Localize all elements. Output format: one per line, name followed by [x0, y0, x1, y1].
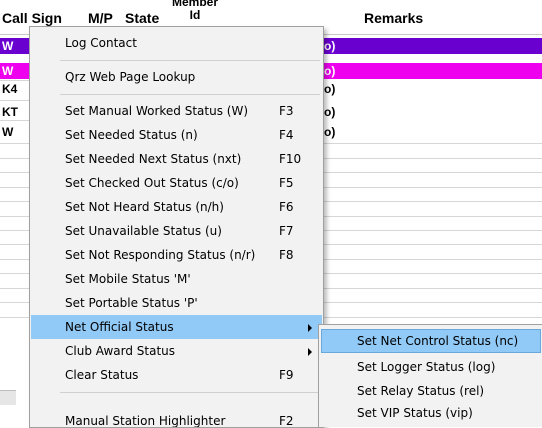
- menu-item-clear-status[interactable]: Clear Status F9: [31, 363, 322, 387]
- menu-item-label: Set Unavailable Status (u): [65, 224, 222, 238]
- row-callsign: KT: [2, 105, 18, 119]
- menu-item-net-official-status[interactable]: Net Official Status: [31, 315, 322, 339]
- grid-line: [0, 80, 30, 81]
- row-callsign: W: [2, 125, 14, 139]
- menu-item-label: Set Not Responding Status (n/r): [65, 248, 256, 262]
- submenu-item-label: Set VIP Status (vip): [357, 406, 473, 420]
- submenu-item-label: Set Net Control Status (nc): [357, 334, 519, 348]
- menu-item-label: Set Needed Next Status (nxt): [65, 152, 242, 166]
- menu-item-label: Set Not Heard Status (n/h): [65, 200, 224, 214]
- menu-item-label: Set Needed Status (n): [65, 128, 198, 142]
- menu-item-manual-station-highlighter[interactable]: Manual Station Highlighter F2: [31, 409, 322, 427]
- menu-item-shortcut: F5: [279, 176, 294, 190]
- submenu-item-set-logger[interactable]: Set Logger Status (log): [321, 355, 541, 379]
- menu-item-set-not-responding[interactable]: Set Not Responding Status (n/r) F8: [31, 243, 322, 267]
- menu-item-label: Set Checked Out Status (c/o): [65, 176, 239, 190]
- menu-item-shortcut: F8: [279, 248, 294, 262]
- submenu-item-set-net-control[interactable]: Set Net Control Status (nc): [321, 329, 541, 353]
- menu-item-label: Net Official Status: [65, 320, 174, 334]
- menu-separator: [60, 94, 320, 95]
- menu-item-shortcut: F4: [279, 128, 294, 142]
- grid-line: [0, 120, 30, 121]
- menu-separator: [60, 392, 320, 393]
- column-header-mp[interactable]: M/P: [88, 10, 113, 26]
- menu-item-label: Club Award Status: [65, 344, 176, 358]
- column-header-callsign[interactable]: Call Sign: [2, 10, 62, 26]
- menu-item-set-needed[interactable]: Set Needed Status (n) F4: [31, 123, 322, 147]
- chevron-right-icon: [308, 324, 312, 332]
- menu-item-club-award-status[interactable]: Club Award Status: [31, 339, 322, 363]
- menu-item-shortcut: F7: [279, 224, 294, 238]
- row-callsign: K4: [2, 82, 18, 96]
- row-remarks: o): [324, 105, 336, 119]
- menu-item-set-checked-out[interactable]: Set Checked Out Status (c/o) F5: [31, 171, 322, 195]
- menu-item-set-portable[interactable]: Set Portable Status 'P': [31, 291, 322, 315]
- column-header-remarks[interactable]: Remarks: [364, 10, 423, 26]
- row-remarks: o): [324, 39, 336, 53]
- menu-item-label: Qrz Web Page Lookup: [65, 70, 196, 84]
- submenu-item-set-vip[interactable]: Set VIP Status (vip): [321, 401, 541, 425]
- menu-item-shortcut: F10: [279, 152, 302, 166]
- menu-item-set-mobile[interactable]: Set Mobile Status 'M': [31, 267, 322, 291]
- row-callsign: W: [2, 64, 14, 78]
- row-remarks: o): [324, 64, 336, 78]
- menu-item-set-needed-next[interactable]: Set Needed Next Status (nxt) F10: [31, 147, 322, 171]
- column-header-state[interactable]: State: [125, 10, 159, 26]
- submenu-item-set-relay[interactable]: Set Relay Status (rel): [321, 379, 541, 403]
- menu-item-set-unavailable[interactable]: Set Unavailable Status (u) F7: [31, 219, 322, 243]
- menu-separator: [60, 60, 320, 61]
- menu-item-shortcut: F3: [279, 104, 294, 118]
- menu-item-set-not-heard[interactable]: Set Not Heard Status (n/h) F6: [31, 195, 322, 219]
- net-official-submenu: Set Net Control Status (nc) Set Logger S…: [318, 324, 542, 427]
- menu-item-label: Set Manual Worked Status (W): [65, 104, 248, 118]
- menu-item-label: Clear Status: [65, 368, 139, 382]
- submenu-item-label: Set Relay Status (rel): [357, 384, 485, 398]
- menu-item-set-manual-worked[interactable]: Set Manual Worked Status (W) F3: [31, 99, 322, 123]
- horizontal-scrollbar[interactable]: [0, 390, 16, 405]
- row-callsign: W: [2, 39, 14, 53]
- row-remarks: o): [324, 125, 336, 139]
- menu-item-log-contact[interactable]: Log Contact: [31, 31, 322, 55]
- menu-item-label: Set Mobile Status 'M': [65, 272, 191, 286]
- menu-item-qrz-lookup[interactable]: Qrz Web Page Lookup: [31, 65, 322, 89]
- menu-item-label: Log Contact: [65, 36, 137, 50]
- chevron-right-icon: [308, 348, 312, 356]
- submenu-item-label: Set Logger Status (log): [357, 360, 496, 374]
- grid-line: [0, 100, 30, 101]
- context-menu: Log Contact Qrz Web Page Lookup Set Manu…: [29, 26, 324, 428]
- menu-item-shortcut: F9: [279, 368, 294, 382]
- menu-item-label: Set Portable Status 'P': [65, 296, 198, 310]
- menu-item-shortcut: F6: [279, 200, 294, 214]
- column-header-member-id[interactable]: Member Id: [172, 0, 218, 22]
- row-remarks: o): [324, 82, 336, 96]
